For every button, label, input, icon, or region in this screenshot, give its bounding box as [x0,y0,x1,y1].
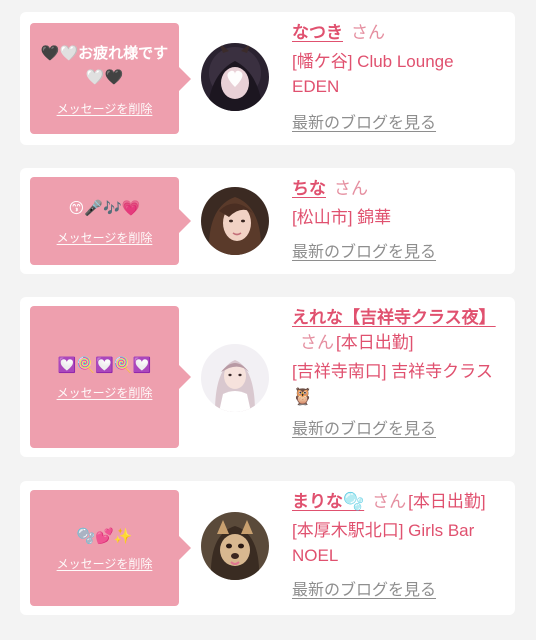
honorific: さん [351,23,385,42]
cast-info: なつき さん [幡ケ谷] Club Lounge EDEN 最新のブログを見る [292,20,505,135]
delete-message-link[interactable]: メッセージを削除 [57,230,153,246]
delete-message-link[interactable]: メッセージを削除 [57,556,153,572]
message-bubble: 🫧💕✨ メッセージを削除 [30,490,191,606]
cast-info: えれな【吉祥寺クラス夜】さん [本日出勤] [吉祥寺南口] 吉祥寺クラス🦉 最新の… [292,305,505,441]
cast-name-link[interactable]: ちな [292,179,326,198]
message-card: 💟🍭💟🍭💟 メッセージを削除 えれな【吉祥寺クラス夜】さん [本日出勤] [吉祥寺… [20,297,515,457]
avatar[interactable] [201,344,269,412]
message-text: 😙🎤🎶💗 [68,199,141,217]
message-bubble: 😙🎤🎶💗 メッセージを削除 [30,177,191,265]
cast-info: まりな🫧 さん [本日出勤] [本厚木駅北口] Girls Bar NOEL 最新の… [292,489,505,602]
message-card: 🫧💕✨ メッセージを削除 まりな🫧 さん [本日出勤] [本厚木駅北口] Girls… [20,481,515,615]
cast-name-link[interactable]: なつき [292,23,343,42]
shop-name: [吉祥寺南口] 吉祥寺クラス🦉 [292,362,493,406]
latest-blog-link[interactable]: 最新のブログを見る [292,242,505,264]
message-text: 🫧💕✨ [76,527,133,545]
shop-name: [松山市] 錦華 [292,208,392,227]
cast-info: ちな さん [松山市] 錦華 最新のブログを見る [292,176,505,264]
status-badge: [本日出勤] [408,492,486,511]
shop-name: [幡ケ谷] Club Lounge EDEN [292,52,454,96]
latest-blog-link[interactable]: 最新のブログを見る [292,580,505,602]
latest-blog-link[interactable]: 最新のブログを見る [292,113,505,135]
delete-message-link[interactable]: メッセージを削除 [57,385,153,401]
delete-message-link[interactable]: メッセージを削除 [57,101,153,117]
honorific: さん [334,179,368,198]
avatar[interactable] [201,512,269,580]
message-text: 💟🍭💟🍭💟 [57,356,152,374]
message-list: 🖤🤍お疲れ様です🤍🖤 メッセージを削除 なつき さん [幡ケ谷] Club Lou… [0,0,536,640]
shop-name: [本厚木駅北口] Girls Bar NOEL [292,521,475,565]
latest-blog-link[interactable]: 最新のブログを見る [292,419,505,441]
status-badge: [本日出勤] [336,333,414,352]
cast-name-link[interactable]: えれな【吉祥寺クラス夜】 [292,308,496,327]
avatar[interactable] [201,43,269,111]
message-text: 🖤🤍お疲れ様です🤍🖤 [40,43,169,86]
message-bubble: 🖤🤍お疲れ様です🤍🖤 メッセージを削除 [30,23,191,134]
message-bubble: 💟🍭💟🍭💟 メッセージを削除 [30,306,191,448]
message-card: 😙🎤🎶💗 メッセージを削除 ちな さん [松山市] 錦華 最新のブログを見る [20,168,515,274]
message-card: 🖤🤍お疲れ様です🤍🖤 メッセージを削除 なつき さん [幡ケ谷] Club Lou… [20,12,515,145]
honorific: さん [372,492,407,511]
avatar[interactable] [201,187,269,255]
cast-name-link[interactable]: まりな🫧 [292,492,364,511]
honorific: さん [300,333,334,352]
